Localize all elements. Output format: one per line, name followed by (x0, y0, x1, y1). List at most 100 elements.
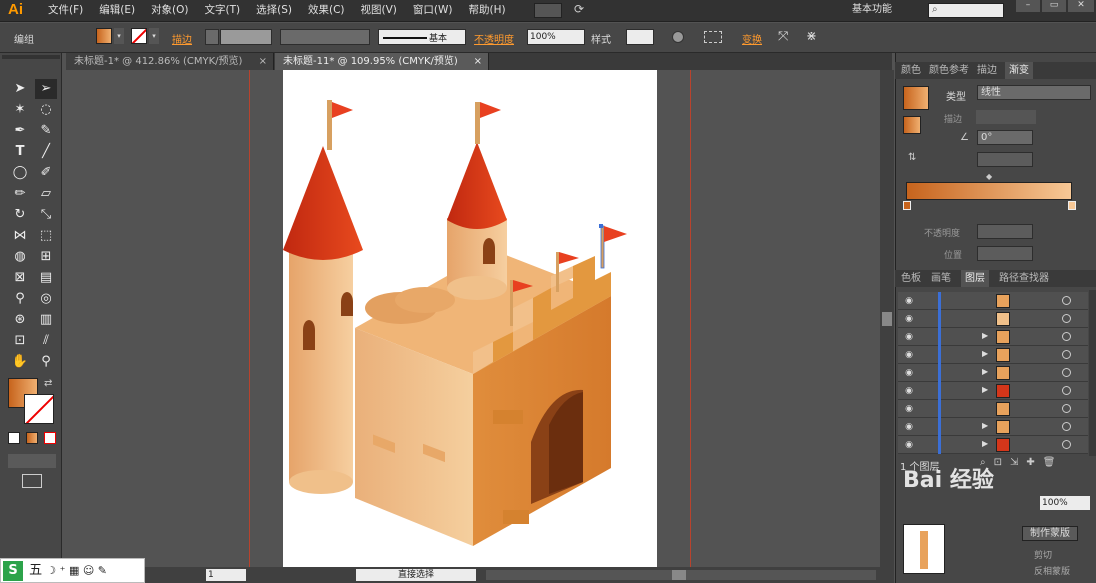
layer-row[interactable]: ◉ ▶ (898, 328, 1088, 346)
artboard-tool-icon[interactable]: ⊡ (9, 331, 31, 351)
horizontal-scrollbar[interactable]: 1 直接选择 (66, 567, 894, 583)
menu-select[interactable]: 选择(S) (248, 0, 300, 22)
ime-toolbar[interactable]: S 五 ☽ ⁺ ▦ ☺ ✎ (0, 558, 145, 583)
tab-color-guide[interactable]: 颜色参考 (929, 62, 969, 79)
stroke-color-swatch[interactable] (24, 394, 54, 424)
expand-icon[interactable]: ▶ (982, 421, 988, 430)
expand-icon[interactable]: ▶ (982, 385, 988, 394)
eyedropper-icon[interactable]: ⚲ (9, 289, 31, 309)
tab-color[interactable]: 颜色 (901, 62, 921, 79)
eye-icon[interactable]: ◉ (902, 438, 916, 452)
close-tab-icon[interactable]: × (259, 53, 267, 70)
stroke-swatch[interactable] (131, 28, 147, 44)
stroke-label[interactable]: 描边 (172, 31, 192, 46)
tab-document-2[interactable]: 未标题-11* @ 109.95% (CMYK/预览) × (275, 53, 489, 70)
line-tool-icon[interactable]: ╱ (35, 142, 57, 162)
opacity-input[interactable]: 100% (527, 29, 585, 45)
expand-icon[interactable]: ▶ (982, 439, 988, 448)
none-mode-icon[interactable] (44, 432, 56, 444)
scroll-thumb[interactable] (882, 312, 892, 326)
drawing-modes-icon[interactable] (8, 454, 56, 468)
graph-tool-icon[interactable]: ▥ (35, 310, 57, 330)
stroke-weight-stepper[interactable] (205, 29, 219, 45)
ellipse-tool-icon[interactable]: ◯ (9, 163, 31, 183)
magic-wand-icon[interactable]: ✶ (9, 100, 31, 120)
symbol-sprayer-icon[interactable]: ⊛ (9, 310, 31, 330)
curvature-tool-icon[interactable]: ✎ (35, 121, 57, 141)
target-icon[interactable] (1062, 332, 1071, 341)
tab-swatches[interactable]: 色板 (901, 270, 921, 287)
menu-options-icon[interactable]: ⋇ (806, 29, 817, 44)
maximize-icon[interactable]: ▭ (1042, 0, 1066, 12)
artboard[interactable] (283, 70, 657, 567)
eye-icon[interactable]: ◉ (902, 312, 916, 326)
color-mode-icon[interactable] (8, 432, 20, 444)
layer-row[interactable]: ◉ ▶ (898, 418, 1088, 436)
menu-type[interactable]: 文字(T) (197, 0, 249, 22)
target-icon[interactable] (1062, 404, 1071, 413)
ime-tools-icon[interactable]: ☽ ⁺ ▦ ☺ ✎ (46, 564, 107, 577)
screen-mode-icon[interactable] (22, 474, 42, 488)
target-icon[interactable] (1062, 386, 1071, 395)
tab-gradient[interactable]: 渐变 (1005, 62, 1033, 79)
shape-builder-icon[interactable]: ◍ (9, 247, 31, 267)
tab-pathfinder[interactable]: 路径查找器 (999, 270, 1049, 287)
hand-tool-icon[interactable]: ✋ (9, 352, 31, 372)
selection-tool-icon[interactable]: ➤ (9, 79, 31, 99)
menu-window[interactable]: 窗口(W) (405, 0, 461, 22)
menu-effect[interactable]: 效果(C) (300, 0, 353, 22)
mesh-tool-icon[interactable]: ⊠ (9, 268, 31, 288)
artboard-number-input[interactable]: 1 (206, 569, 246, 581)
gradient-position-input[interactable] (977, 246, 1033, 261)
stroke-gradient-options[interactable] (976, 110, 1036, 124)
scale-tool-icon[interactable]: ⤡ (35, 205, 57, 225)
minimize-icon[interactable]: – (1016, 0, 1040, 12)
layer-row[interactable]: ◉ (898, 292, 1088, 310)
direct-selection-tool-icon[interactable]: ➢ (35, 79, 57, 99)
gradient-stop-right[interactable] (1068, 201, 1076, 210)
target-icon[interactable] (1062, 296, 1071, 305)
target-icon[interactable] (1062, 350, 1071, 359)
pen-tool-icon[interactable]: ✒ (9, 121, 31, 141)
mask-thumbnail[interactable] (903, 524, 945, 574)
stroke-weight-input[interactable] (220, 29, 272, 45)
close-icon[interactable]: ✕ (1068, 0, 1094, 12)
layer-row[interactable]: ◉ ▶ (898, 364, 1088, 382)
h-scroll-thumb[interactable] (672, 570, 686, 580)
perspective-grid-icon[interactable]: ⊞ (35, 247, 57, 267)
fill-swatch[interactable] (96, 28, 112, 44)
tab-layers[interactable]: 图层 (961, 270, 989, 287)
free-transform-icon[interactable]: ⬚ (35, 226, 57, 246)
layer-row[interactable]: ◉ ▶ (898, 436, 1088, 454)
opacity-label[interactable]: 不透明度 (474, 31, 514, 46)
target-icon[interactable] (1062, 422, 1071, 431)
menu-edit[interactable]: 编辑(E) (91, 0, 143, 22)
make-mask-button[interactable]: 制作蒙版 (1022, 526, 1078, 541)
menu-view[interactable]: 视图(V) (353, 0, 405, 22)
rotate-tool-icon[interactable]: ↻ (9, 205, 31, 225)
gradient-opacity-input[interactable] (977, 224, 1033, 239)
width-tool-icon[interactable]: ⋈ (9, 226, 31, 246)
align-icon[interactable] (704, 31, 722, 43)
eye-icon[interactable]: ◉ (902, 294, 916, 308)
fill-stroke-toggle[interactable] (903, 116, 921, 134)
arrange-documents-button[interactable] (534, 3, 562, 18)
close-tab-icon[interactable]: × (474, 53, 482, 70)
slice-tool-icon[interactable]: ⫽ (35, 331, 57, 351)
recolor-artwork-icon[interactable] (672, 31, 684, 43)
fill-dropdown-icon[interactable]: ▾ (114, 28, 124, 44)
expand-icon[interactable]: ▶ (982, 367, 988, 376)
target-icon[interactable] (1062, 368, 1071, 377)
tab-brushes[interactable]: 画笔 (931, 270, 951, 287)
target-icon[interactable] (1062, 314, 1071, 323)
tab-document-1[interactable]: 未标题-1* @ 412.86% (CMYK/预览) × (66, 53, 274, 70)
target-icon[interactable] (1062, 440, 1071, 449)
gradient-mode-icon[interactable] (26, 432, 38, 444)
aspect-ratio-input[interactable] (977, 152, 1033, 167)
h-scroll-track[interactable] (486, 570, 876, 580)
expand-icon[interactable]: ▶ (982, 349, 988, 358)
pencil-icon[interactable]: ✏ (9, 184, 31, 204)
eye-icon[interactable]: ◉ (902, 366, 916, 380)
eye-icon[interactable]: ◉ (902, 348, 916, 362)
reverse-gradient-icon[interactable]: ⇅ (908, 152, 916, 163)
